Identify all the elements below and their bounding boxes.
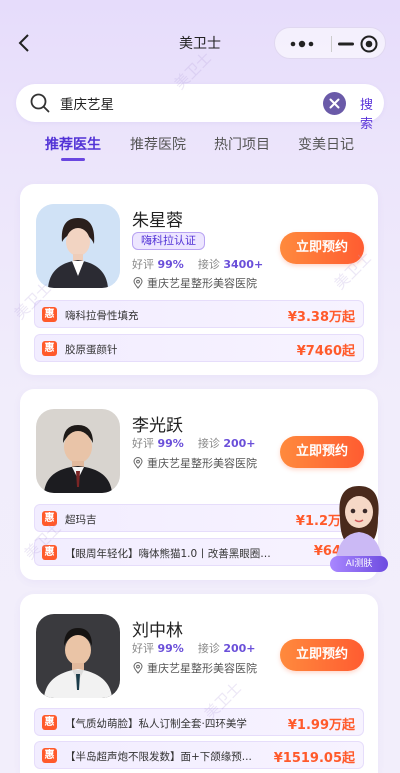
- search-bar: 搜索: [16, 84, 384, 132]
- nav-bar: 美卫士: [0, 0, 400, 84]
- discount-tag: 惠: [42, 307, 57, 322]
- doctor-avatar: [36, 204, 120, 288]
- project-label: 超玛吉: [65, 514, 97, 526]
- book-now-button[interactable]: 立即预约: [280, 639, 364, 671]
- book-now-button[interactable]: 立即预约: [280, 436, 364, 468]
- doctor-avatar: [36, 614, 120, 698]
- discount-tag: 惠: [42, 748, 57, 763]
- doctor-card[interactable]: 李光跃 好评 99% 接诊 200+ 重庆艺星整形美容医院 立即预约 惠 超玛吉…: [20, 389, 378, 580]
- project-item[interactable]: 惠 超玛吉 ¥1.2万: [34, 504, 364, 532]
- doctor-name: 刘中林: [132, 621, 183, 641]
- search-input[interactable]: [60, 93, 310, 113]
- doctor-stats: 好评 99% 接诊 200+: [132, 640, 256, 656]
- project-label: 【气质幼萌脸】私人订制全套·四环美学: [65, 718, 247, 730]
- project-item[interactable]: 惠 胶原蛋颜针 ¥7460起: [34, 334, 364, 362]
- project-label: 【眼周年轻化】嗨体熊猫1.0丨改善黑眼圈泪...: [65, 548, 275, 560]
- project-item[interactable]: 惠 【半岛超声炮不限发数】面+下颌缘预... ¥1519.05起: [34, 741, 364, 769]
- more-dots-icon[interactable]: [283, 32, 323, 56]
- doctor-card[interactable]: 刘中林 好评 99% 接诊 200+ 重庆艺星整形美容医院 立即预约 惠 【气质…: [20, 594, 378, 773]
- hospital-line[interactable]: 重庆艺星整形美容医院: [132, 275, 257, 291]
- rating-label: 好评: [132, 258, 154, 271]
- tab-recommended-hospitals[interactable]: 推荐医院: [130, 134, 186, 154]
- search-button[interactable]: 搜索: [360, 94, 384, 132]
- hospital-name: 重庆艺星整形美容医院: [147, 457, 257, 470]
- discount-tag: 惠: [42, 545, 57, 560]
- doctor-avatar: [36, 409, 120, 493]
- location-pin-icon: [133, 277, 143, 289]
- search-icon: [30, 93, 50, 113]
- doctor-name: 朱星蓉: [132, 211, 183, 231]
- consult-count: 3400+: [223, 258, 264, 271]
- certification-badge: 嗨科拉认证: [132, 232, 205, 250]
- discount-tag: 惠: [42, 511, 57, 526]
- rating-label: 好评: [132, 642, 154, 655]
- capsule-divider: [331, 36, 332, 52]
- tab-recommended-doctors[interactable]: 推荐医生: [45, 134, 101, 154]
- close-target-icon[interactable]: [357, 32, 381, 56]
- book-now-button[interactable]: 立即预约: [280, 232, 364, 264]
- project-price: ¥1519.05起: [273, 751, 355, 766]
- project-label: 胶原蛋颜针: [65, 344, 118, 356]
- category-tabs: 推荐医生 推荐医院 热门项目 变美日记: [0, 134, 400, 164]
- discount-tag: 惠: [42, 341, 57, 356]
- mini-program-capsule: [274, 27, 386, 59]
- consult-label: 接诊: [197, 437, 220, 450]
- consult-label: 接诊: [197, 642, 220, 655]
- project-label: 嗨科拉骨性填充: [65, 310, 139, 322]
- ai-skin-test-label: AI测肤: [330, 556, 388, 572]
- project-price: ¥3.38万起: [287, 310, 355, 325]
- consult-count: 200+: [223, 642, 256, 655]
- project-item[interactable]: 惠 【眼周年轻化】嗨体熊猫1.0丨改善黑眼圈泪... ¥64: [34, 538, 364, 566]
- project-label: 【半岛超声炮不限发数】面+下颌缘预...: [65, 751, 252, 763]
- project-item[interactable]: 惠 【气质幼萌脸】私人订制全套·四环美学 ¥1.99万起: [34, 708, 364, 736]
- hospital-line[interactable]: 重庆艺星整形美容医院: [132, 455, 257, 471]
- rating-label: 好评: [132, 437, 154, 450]
- clear-x-icon: [329, 98, 340, 109]
- discount-tag: 惠: [42, 715, 57, 730]
- doctor-stats: 好评 99% 接诊 200+: [132, 435, 256, 451]
- ai-assistant-avatar-icon: [336, 486, 382, 558]
- doctor-name: 李光跃: [132, 416, 183, 436]
- project-price: ¥7460起: [296, 344, 355, 359]
- project-price: ¥1.99万起: [287, 718, 355, 733]
- tab-hot-projects[interactable]: 热门项目: [214, 134, 270, 154]
- project-item[interactable]: 惠 嗨科拉骨性填充 ¥3.38万起: [34, 300, 364, 328]
- tab-beauty-diary[interactable]: 变美日记: [298, 134, 354, 154]
- rating-value: 99%: [157, 258, 184, 271]
- doctor-stats: 好评 99% 接诊 3400+: [132, 256, 263, 272]
- rating-value: 99%: [157, 642, 184, 655]
- active-tab-indicator: [61, 158, 85, 161]
- hospital-line[interactable]: 重庆艺星整形美容医院: [132, 660, 257, 676]
- hospital-name: 重庆艺星整形美容医院: [147, 277, 257, 290]
- ai-skin-test-button[interactable]: AI测肤: [326, 478, 392, 574]
- hospital-name: 重庆艺星整形美容医院: [147, 662, 257, 675]
- location-pin-icon: [133, 662, 143, 674]
- clear-search-button[interactable]: [323, 92, 346, 115]
- rating-value: 99%: [157, 437, 184, 450]
- doctor-card[interactable]: 朱星蓉 嗨科拉认证 好评 99% 接诊 3400+ 重庆艺星整形美容医院 立即预…: [20, 184, 378, 375]
- consult-count: 200+: [223, 437, 256, 450]
- minimize-icon[interactable]: [337, 32, 355, 56]
- consult-label: 接诊: [197, 258, 220, 271]
- location-pin-icon: [133, 457, 143, 469]
